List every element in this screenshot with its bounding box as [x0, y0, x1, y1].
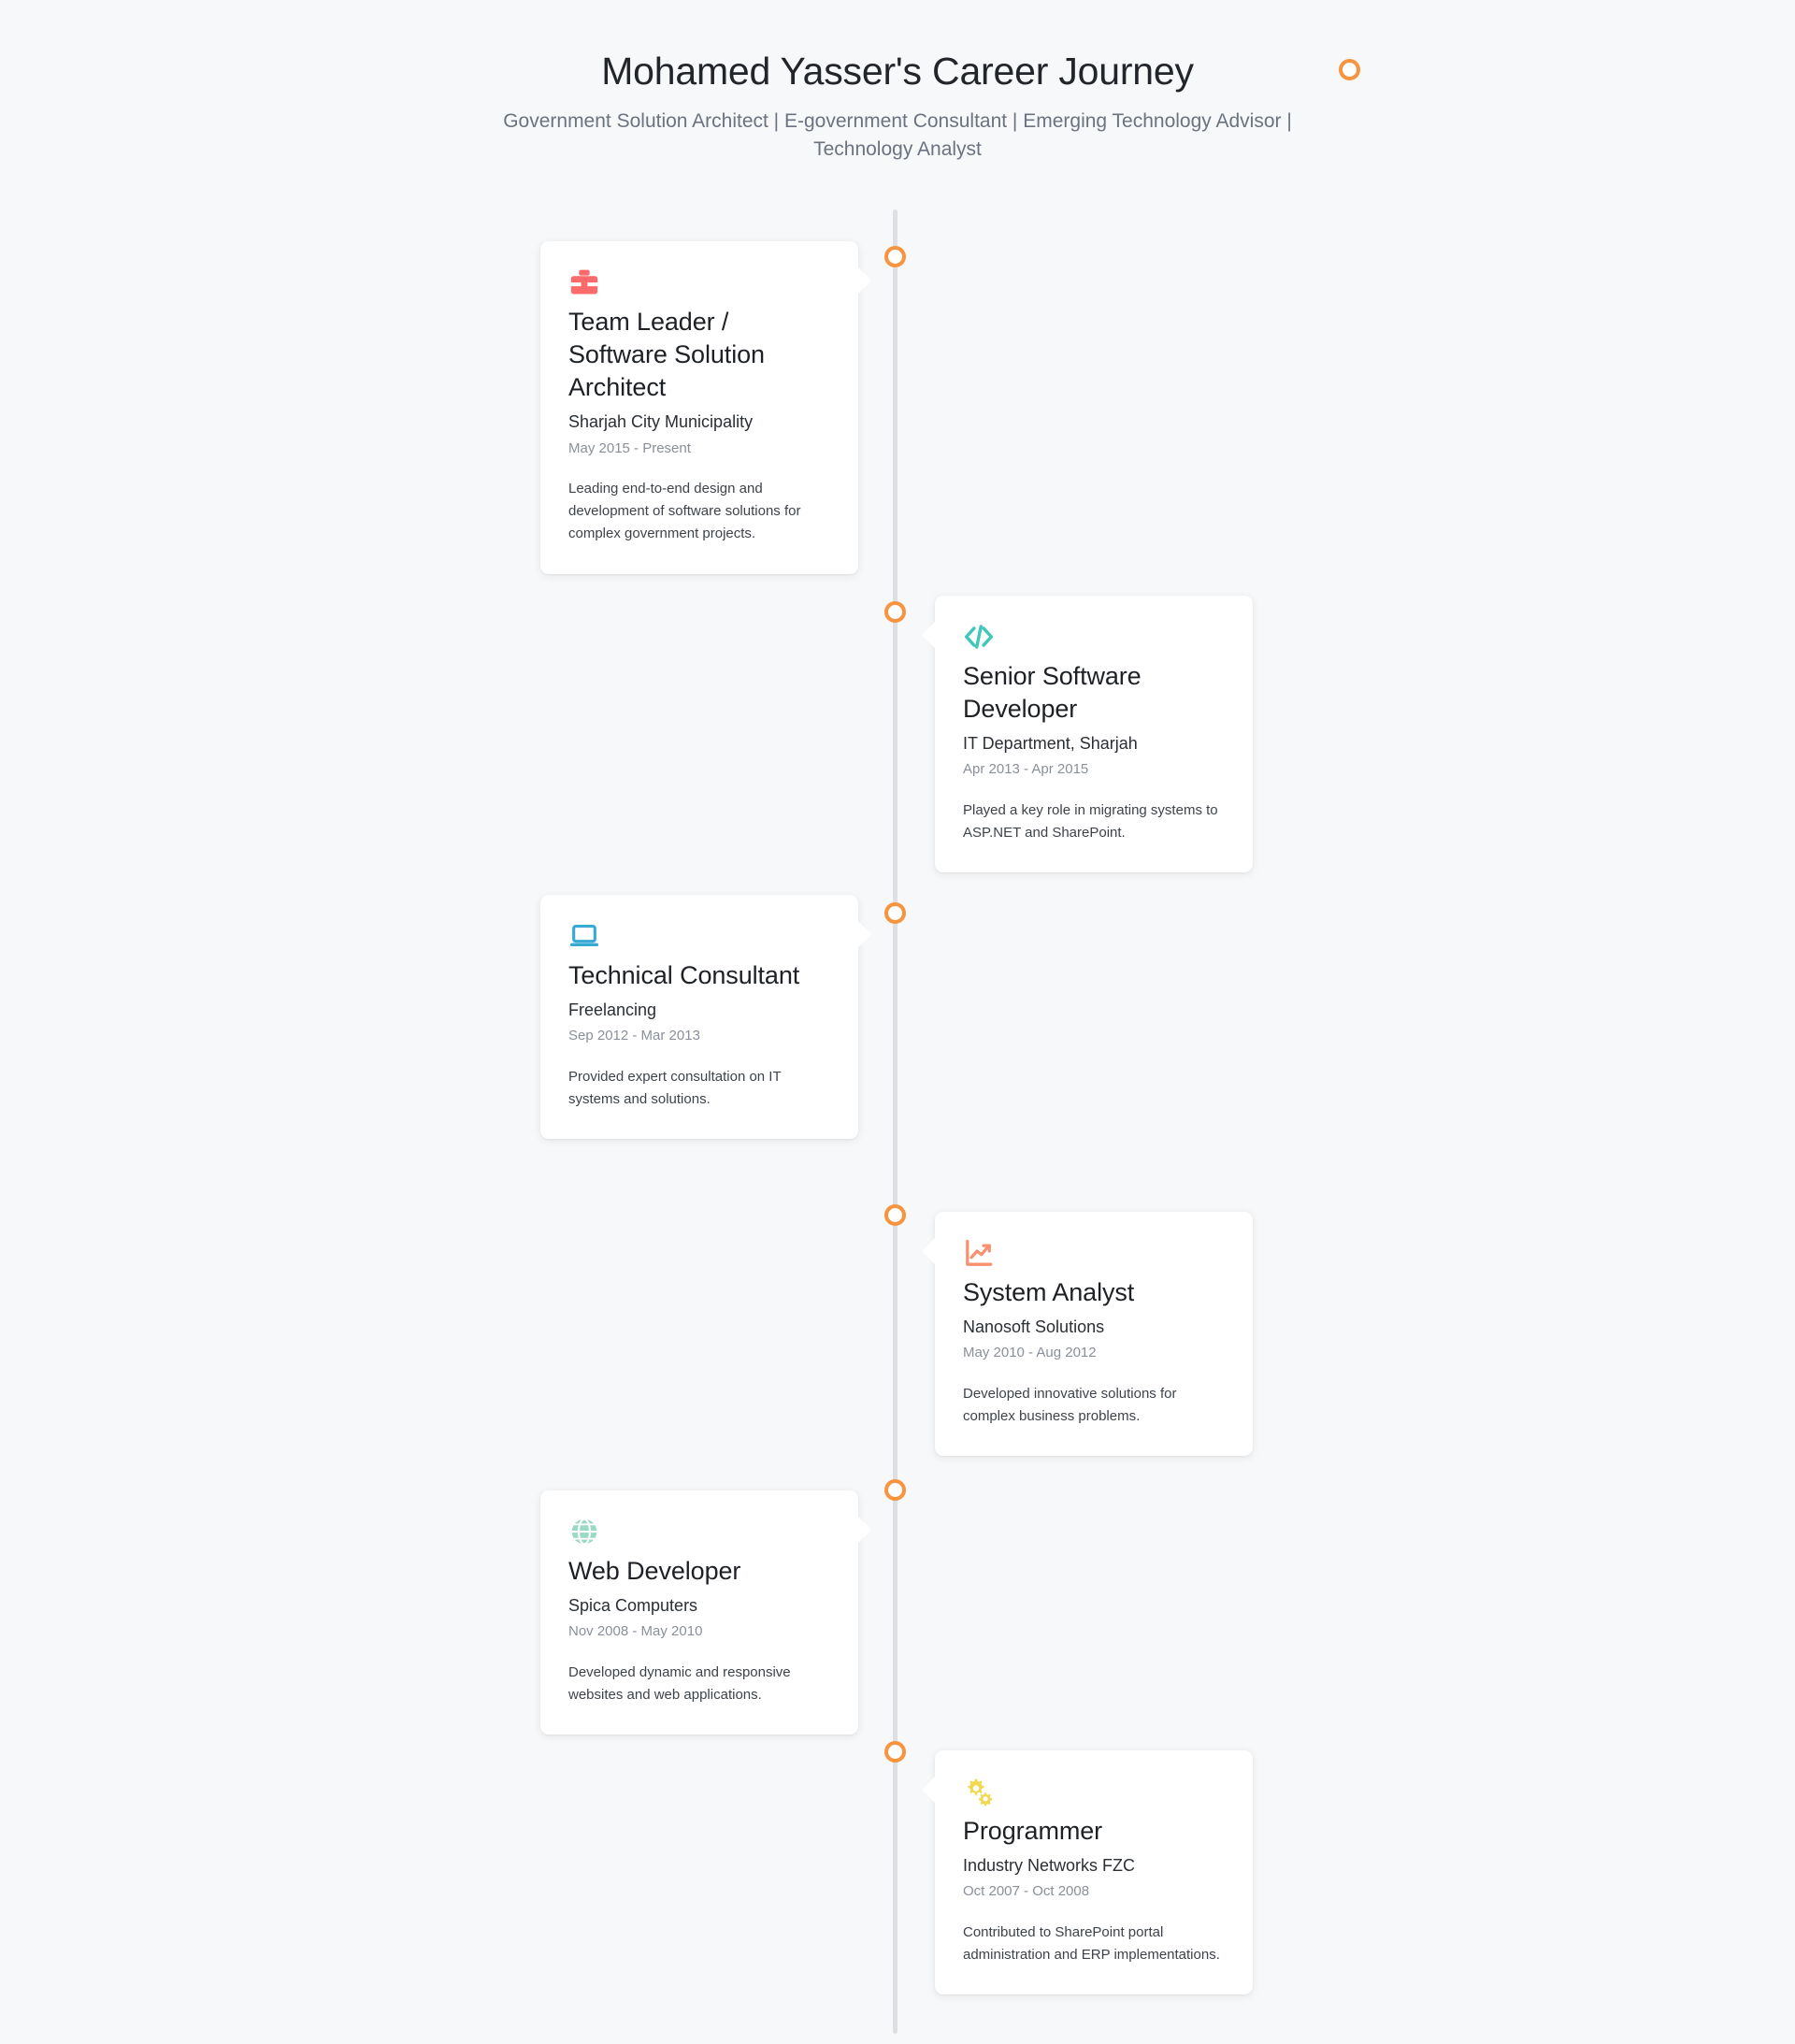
card-role-title: Senior Software Developer — [963, 662, 1142, 724]
briefcase-icon — [568, 266, 830, 298]
card-organization: IT Department, Sharjah — [963, 734, 1138, 754]
card-period: Nov 2008 - May 2010 — [568, 1623, 703, 1640]
card-description: Contributed to SharePoint portal adminis… — [963, 1923, 1220, 1963]
card-description: Provided expert consultation on IT syste… — [568, 1068, 782, 1107]
timeline-card-4[interactable]: System Analyst Nanosoft Solutions May 2010… — [922, 1212, 1253, 1457]
gears-icon — [963, 1776, 1225, 1807]
card-period: May 2015 - Present — [568, 439, 691, 456]
timeline-dot-2[interactable] — [884, 601, 906, 623]
card-pointer-notch — [857, 1516, 871, 1544]
timeline-card-3[interactable]: Technical Consultant Freelancing Sep 2012 … — [540, 895, 871, 1140]
card-pointer-notch — [857, 920, 871, 948]
timeline-dot-4[interactable] — [884, 1204, 906, 1226]
card-period: Oct 2007 - Oct 2008 — [963, 1883, 1090, 1900]
card-description: Developed innovative solutions for compl… — [963, 1385, 1177, 1424]
timeline-dot-6[interactable] — [884, 1741, 906, 1763]
card-period: May 2010 - Aug 2012 — [963, 1345, 1097, 1361]
timeline-dot-3[interactable] — [884, 902, 906, 924]
card-organization: Industry Networks FZC — [963, 1856, 1136, 1876]
card-pointer-notch — [922, 621, 936, 649]
card-period: Apr 2013 - Apr 2015 — [963, 761, 1089, 778]
card-organization: Nanosoft Solutions — [963, 1317, 1105, 1337]
timeline-card-2[interactable]: Senior Software Developer IT Department, … — [922, 596, 1253, 873]
timeline-dot-5[interactable] — [884, 1479, 906, 1501]
card-organization: Freelancing — [568, 1000, 657, 1020]
card-organization: Sharjah City Municipality — [568, 412, 754, 432]
timeline: Team Leader / Software Solution Architec… — [0, 0, 1795, 2044]
timeline-dot-1[interactable] — [884, 246, 906, 267]
card-period: Sep 2012 - Mar 2013 — [568, 1028, 700, 1044]
timeline-card-1[interactable]: Team Leader / Software Solution Architec… — [540, 241, 871, 574]
card-pointer-notch — [857, 266, 871, 295]
chart-line-icon — [963, 1237, 1225, 1269]
card-role-title: Programmer — [963, 1817, 1103, 1845]
globe-icon — [568, 1516, 830, 1547]
card-role-title: Technical Consultant — [568, 961, 800, 989]
card-pointer-notch — [922, 1776, 936, 1804]
card-organization: Spica Computers — [568, 1596, 698, 1616]
card-role-title: Web Developer — [568, 1557, 741, 1585]
card-description: Played a key role in migrating systems t… — [963, 801, 1218, 842]
laptop-icon — [568, 920, 830, 952]
timeline-card-5[interactable]: Web Developer Spica Computers Nov 2008 - M… — [540, 1490, 871, 1735]
card-description: Developed dynamic and responsive website… — [568, 1663, 791, 1703]
card-role-title: Team Leader / Software Solution Architec… — [568, 308, 765, 402]
card-description: Leading end-to-end design and developmen… — [568, 480, 801, 542]
card-pointer-notch — [922, 1237, 936, 1265]
career-timeline-page: Mohamed Yasser's Career Journey Governme… — [0, 0, 1795, 2044]
timeline-card-6[interactable]: Programmer Industry Networks FZC Oct 2007 … — [922, 1750, 1253, 1995]
card-role-title: System Analyst — [963, 1278, 1135, 1306]
code-brackets-icon — [963, 621, 1225, 653]
